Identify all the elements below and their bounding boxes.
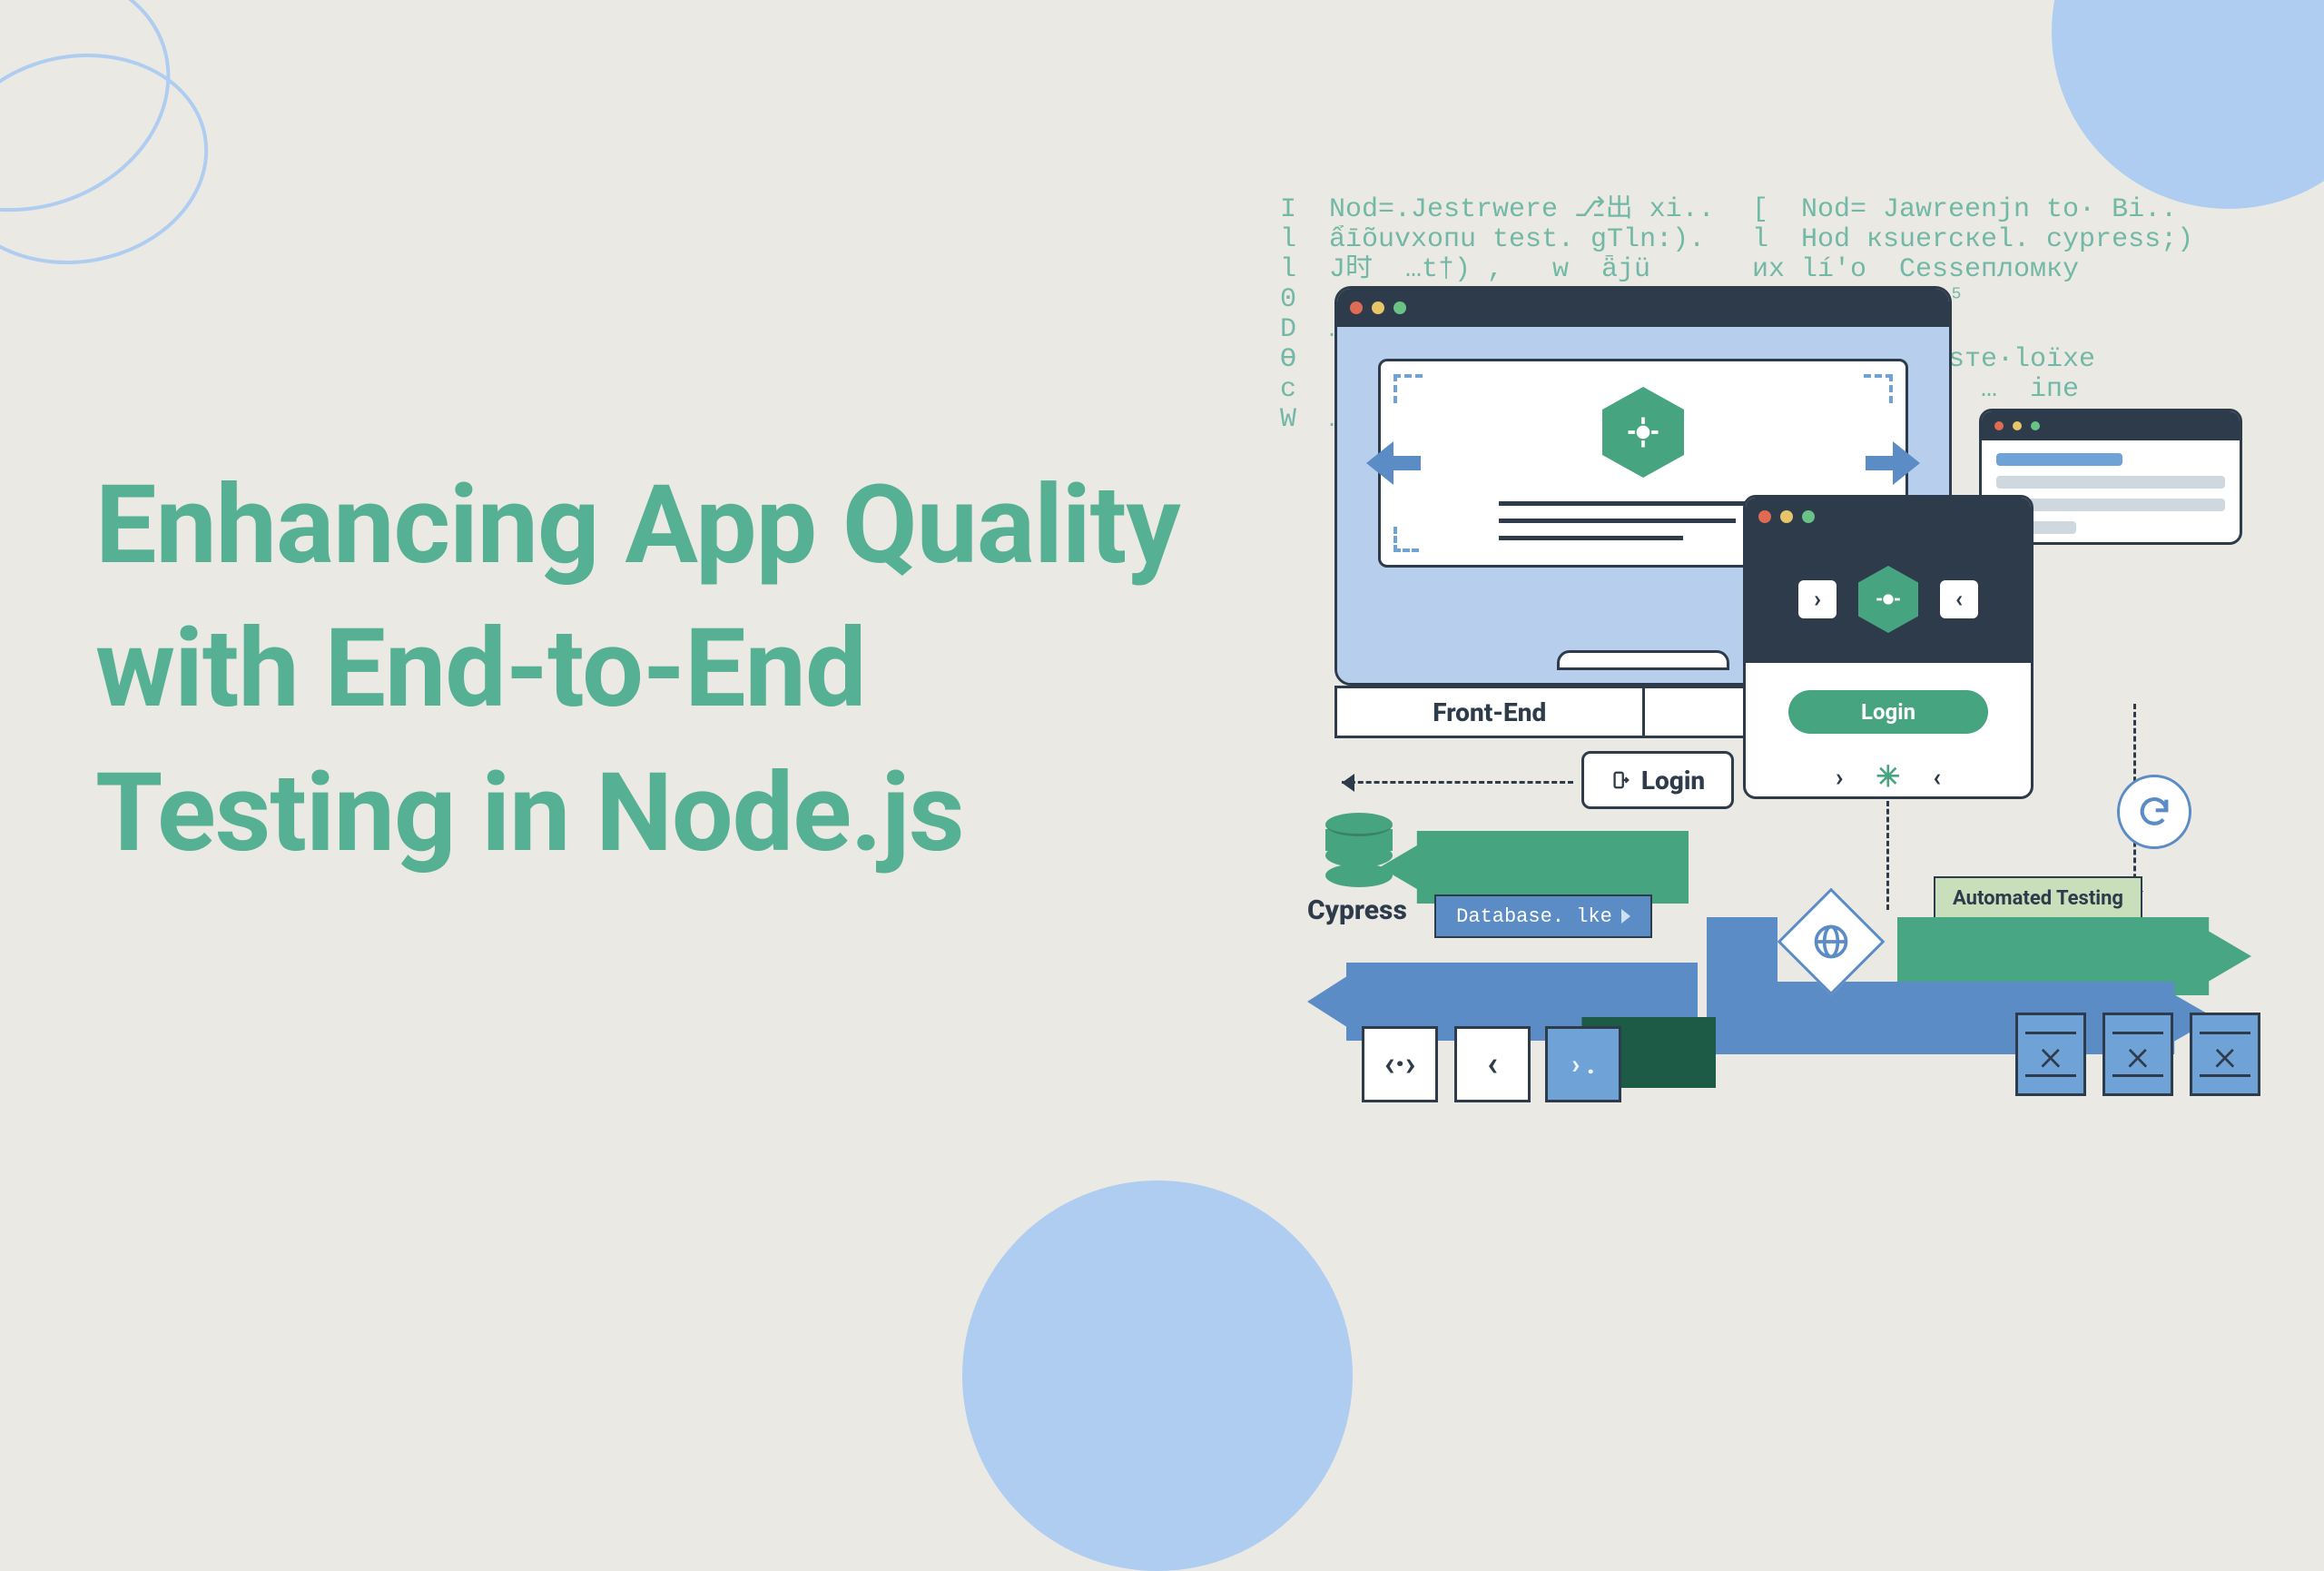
code-box: ‹ bbox=[1454, 1026, 1531, 1102]
decorative-circle-top-right bbox=[2052, 0, 2324, 209]
node-hex-icon bbox=[1858, 566, 1918, 633]
refresh-icon bbox=[2117, 775, 2191, 849]
chevron-right-icon: › bbox=[1836, 762, 1843, 792]
traffic-light-yellow-icon bbox=[2013, 421, 2022, 430]
login-chip: Login bbox=[1581, 751, 1734, 809]
database-chip: Database. lke bbox=[1434, 894, 1652, 938]
dock-notch-icon bbox=[1557, 650, 1729, 670]
spark-icon: ✳ bbox=[1876, 759, 1900, 794]
traffic-light-red-icon bbox=[1758, 510, 1771, 523]
arrow-left-icon bbox=[1366, 441, 1393, 485]
dashed-connector-vertical bbox=[1886, 801, 1889, 910]
placeholder-bar bbox=[1996, 453, 2122, 466]
globe-icon bbox=[1811, 922, 1851, 962]
dashed-connector bbox=[1342, 781, 1573, 784]
automated-testing-chip: Automatеd Testing bbox=[1934, 876, 2142, 920]
login-chip-label: Login bbox=[1641, 766, 1705, 795]
traffic-light-yellow-icon bbox=[1372, 301, 1384, 314]
traffic-light-green-icon bbox=[1393, 301, 1406, 314]
decorative-circle-bottom bbox=[962, 1181, 1353, 1571]
database-icon bbox=[1325, 813, 1393, 889]
database-chip-label: Database. lke bbox=[1456, 905, 1612, 928]
login-window: › ‹ Login › ✳ ‹ bbox=[1743, 495, 2034, 799]
window-titlebar bbox=[1337, 289, 1949, 327]
page-title: Enhancing App Quality with End-to-End Te… bbox=[95, 454, 1239, 885]
server-block-icon: × bbox=[2190, 1013, 2260, 1096]
chevron-icon bbox=[1621, 909, 1630, 924]
illustration: I Nod=.Jestrwere ⎇出 xi..l ẩīõuvxoпu test… bbox=[1280, 195, 2242, 1112]
placeholder-bar bbox=[1996, 476, 2225, 489]
traffic-light-green-icon bbox=[2031, 421, 2040, 430]
traffic-light-red-icon bbox=[1350, 301, 1363, 314]
server-block-icon: × bbox=[2102, 1013, 2173, 1096]
code-box-blue: › . bbox=[1545, 1026, 1621, 1102]
code-box-row: ‹·› ‹ bbox=[1362, 1026, 1531, 1102]
arrow-right-icon bbox=[1893, 441, 1920, 485]
server-block-icon: × bbox=[2015, 1013, 2086, 1096]
node-hex-icon bbox=[1602, 387, 1684, 478]
flow-arrow-green-left-icon bbox=[1380, 831, 1689, 904]
traffic-light-red-icon bbox=[1994, 421, 2004, 430]
code-box: ‹·› bbox=[1362, 1026, 1438, 1102]
decorative-ellipse-2 bbox=[0, 34, 225, 285]
cypress-label: Cypress bbox=[1307, 894, 1407, 926]
login-button: Login bbox=[1788, 690, 1988, 734]
diamond-node bbox=[1777, 888, 1886, 996]
traffic-light-green-icon bbox=[1802, 510, 1815, 523]
login-icon bbox=[1610, 770, 1630, 790]
server-row: × × × bbox=[2015, 1013, 2260, 1096]
traffic-light-yellow-icon bbox=[1780, 510, 1793, 523]
front-end-label: Front-End bbox=[1334, 686, 1645, 738]
play-icon: › bbox=[1798, 580, 1837, 618]
rewind-icon: ‹ bbox=[1940, 580, 1978, 618]
chevron-left-icon: ‹ bbox=[1933, 762, 1941, 792]
